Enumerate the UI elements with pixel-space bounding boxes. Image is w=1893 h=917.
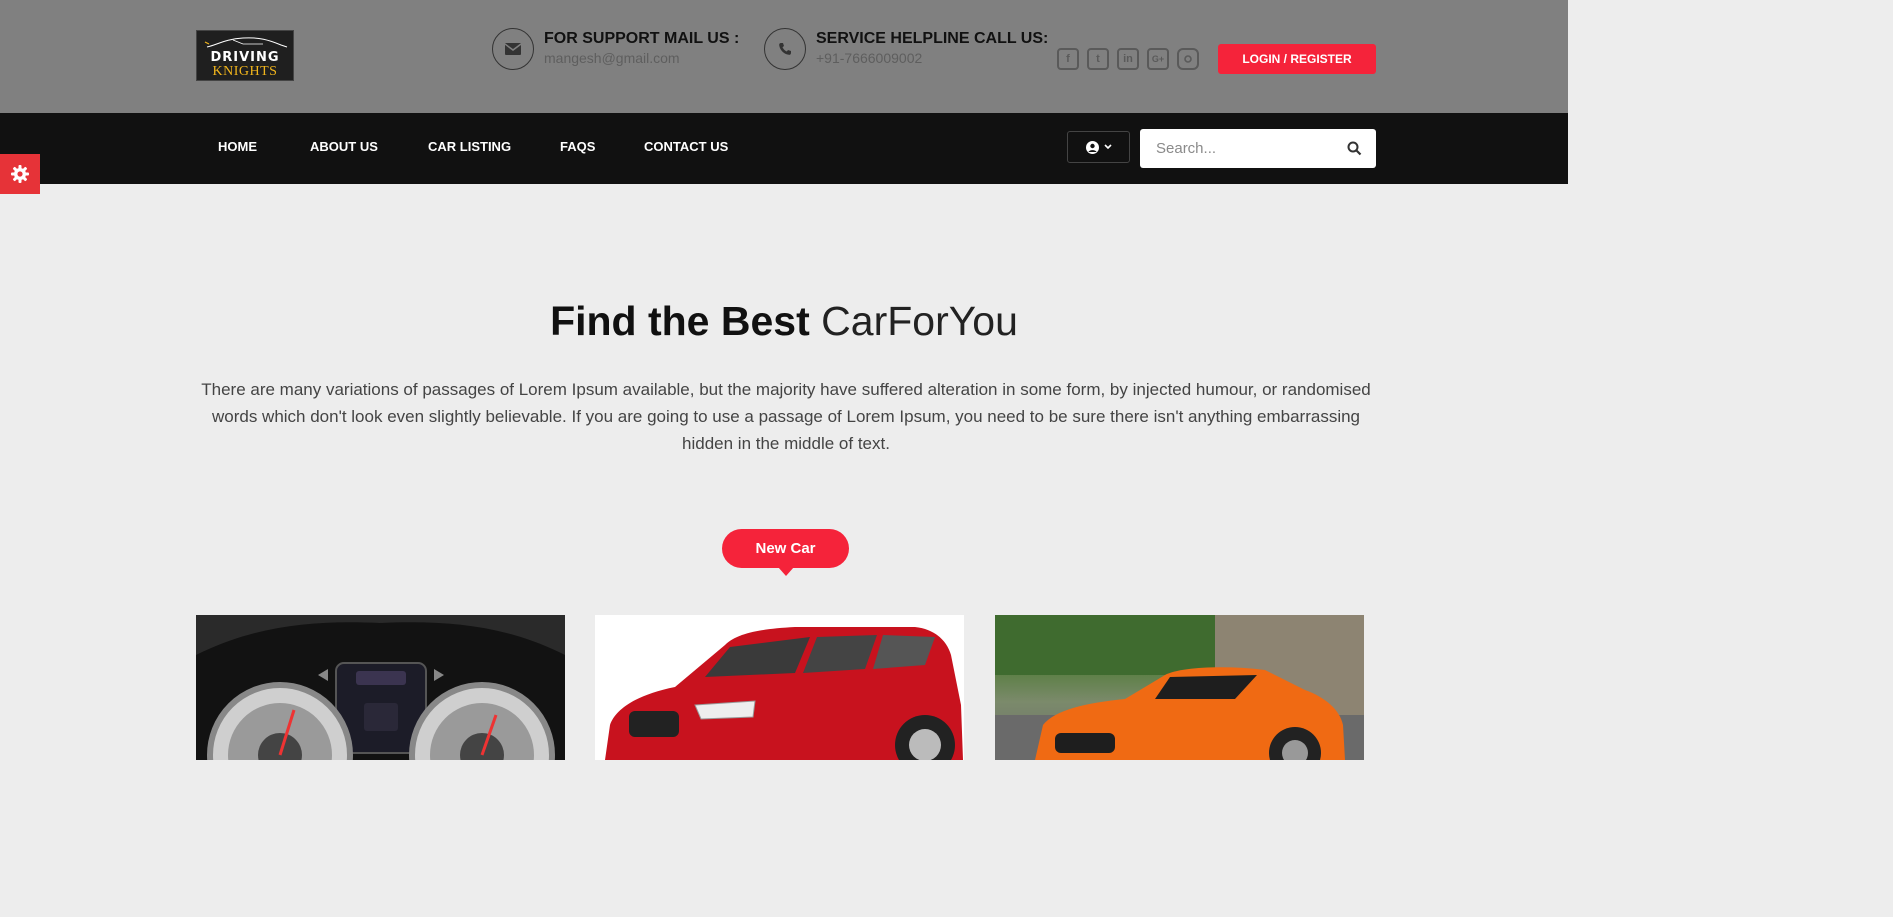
helpline-title: SERVICE HELPLINE CALL US: xyxy=(816,30,1049,47)
top-header: DRIVING KNIGHTS FOR SUPPORT MAIL US : ma… xyxy=(0,0,1568,113)
nav-faqs[interactable]: FAQS xyxy=(560,139,595,154)
search-box xyxy=(1140,129,1376,168)
phone-icon xyxy=(764,28,806,70)
tab-new-car[interactable]: New Car xyxy=(722,529,849,576)
gear-icon xyxy=(11,165,29,183)
settings-toggle[interactable] xyxy=(0,154,40,194)
google-plus-icon[interactable]: G+ xyxy=(1147,48,1169,70)
car-card-dashboard[interactable] xyxy=(196,615,565,760)
chevron-down-icon xyxy=(1103,144,1112,150)
helpline-value[interactable]: +91-7666009002 xyxy=(816,50,922,66)
search-input[interactable] xyxy=(1140,129,1340,168)
user-menu-button[interactable] xyxy=(1067,131,1130,163)
login-register-button[interactable]: LOGIN / REGISTER xyxy=(1218,44,1376,74)
main-navbar: HOME ABOUT US CAR LISTING FAQS CONTACT U… xyxy=(0,113,1568,184)
site-logo[interactable]: DRIVING KNIGHTS xyxy=(196,30,294,81)
nav-car-listing[interactable]: CAR LISTING xyxy=(428,139,511,154)
orange-sports-car-image xyxy=(995,615,1364,760)
support-mail-title: FOR SUPPORT MAIL US : xyxy=(544,30,740,47)
envelope-icon xyxy=(492,28,534,70)
support-mail-value[interactable]: mangesh@gmail.com xyxy=(544,50,680,66)
car-card-red-suv[interactable] xyxy=(595,615,964,760)
red-suv-image xyxy=(595,615,964,760)
twitter-icon[interactable]: t xyxy=(1087,48,1109,70)
search-icon[interactable] xyxy=(1347,141,1362,156)
social-links: f t in G+ xyxy=(1057,48,1199,70)
instagram-icon[interactable] xyxy=(1177,48,1199,70)
facebook-icon[interactable]: f xyxy=(1057,48,1079,70)
dashboard-image xyxy=(196,615,565,760)
intro-description: There are many variations of passages of… xyxy=(201,380,1371,453)
nav-home[interactable]: HOME xyxy=(218,139,257,154)
user-icon xyxy=(1085,140,1099,154)
page-title: Find the Best CarForYou xyxy=(0,298,1568,345)
nav-about-us[interactable]: ABOUT US xyxy=(310,139,378,154)
logo-text-line2: KNIGHTS xyxy=(212,64,278,79)
page-title-light: CarForYou xyxy=(821,298,1018,344)
nav-contact-us[interactable]: CONTACT US xyxy=(644,139,728,154)
car-outline-icon xyxy=(204,37,288,48)
page-title-bold: Find the Best xyxy=(550,298,810,344)
logo-text-line1: DRIVING xyxy=(210,50,280,65)
linkedin-icon[interactable]: in xyxy=(1117,48,1139,70)
car-card-orange-sports[interactable] xyxy=(995,615,1364,760)
